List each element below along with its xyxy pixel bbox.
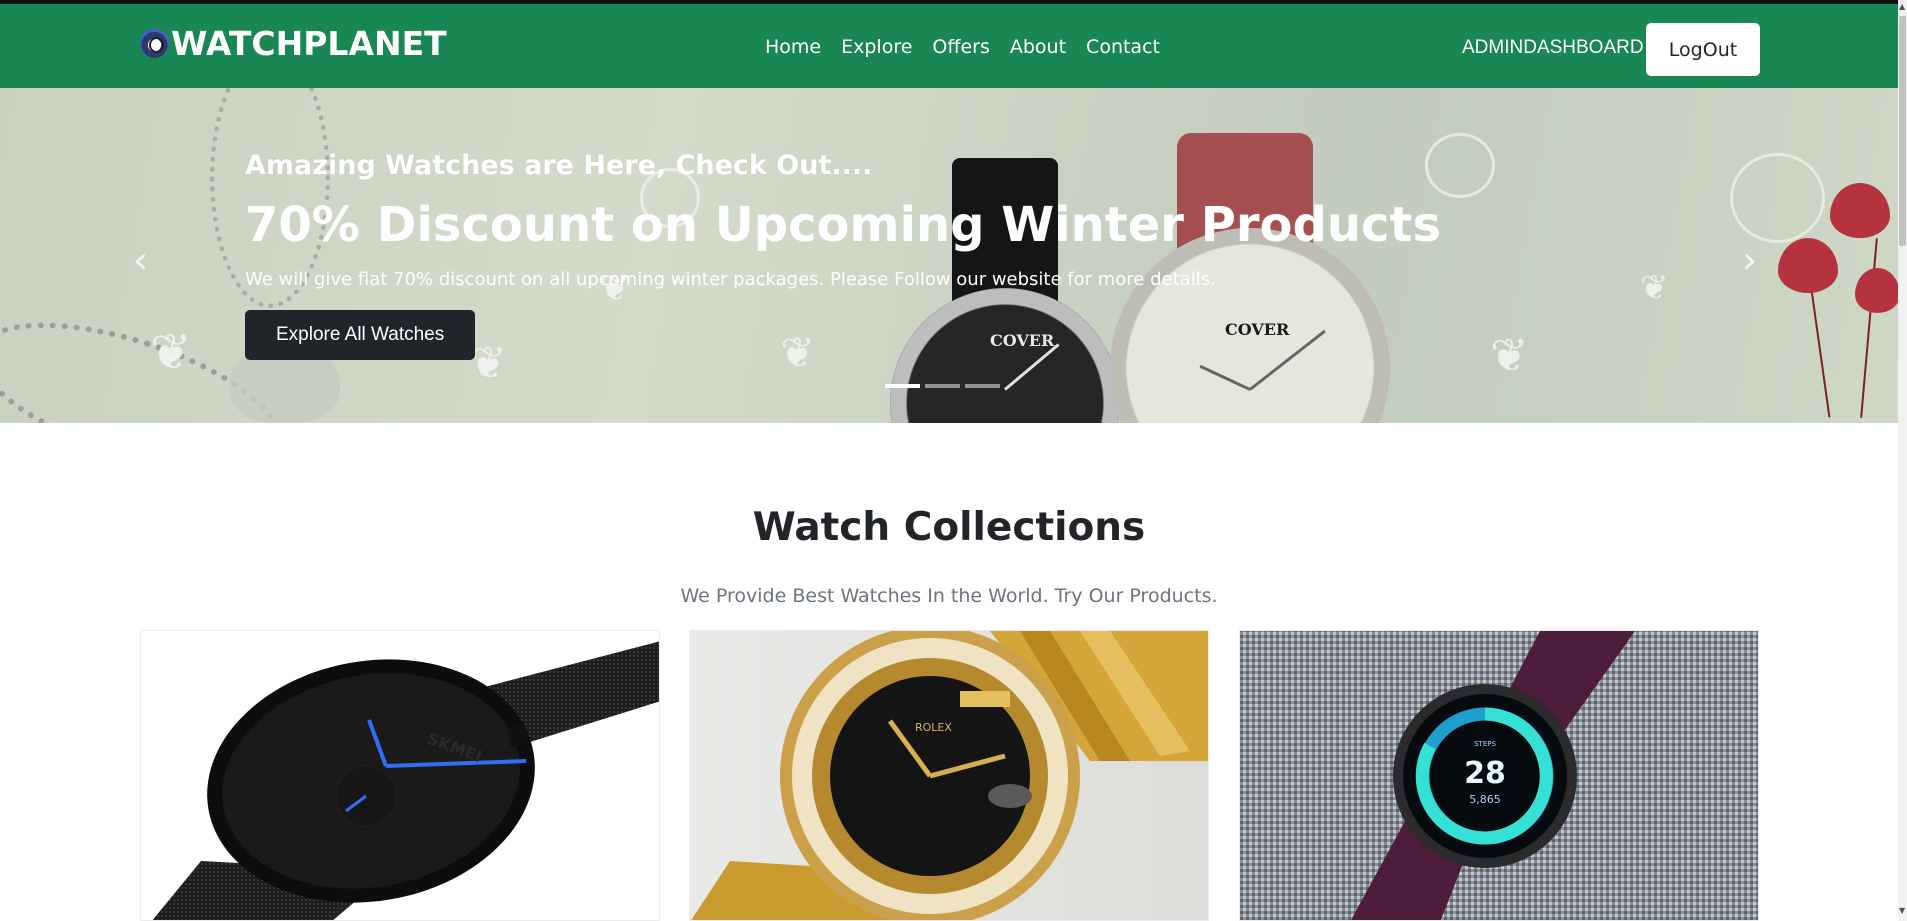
carousel-indicators — [885, 384, 1000, 388]
collections-subtitle: We Provide Best Watches In the World. Tr… — [680, 585, 1218, 607]
watch-brand-logo: ROLEX — [915, 721, 952, 734]
product-card[interactable]: 28 5,865 STEPS — [1239, 630, 1759, 921]
steps-secondary-value: 5,865 — [1469, 793, 1501, 806]
logout-button[interactable]: LogOut — [1646, 23, 1760, 76]
steps-label: STEPS — [1474, 740, 1496, 748]
heart-balloon-icon — [1778, 238, 1838, 293]
heart-balloon-icon — [1855, 268, 1898, 313]
nav-link-explore[interactable]: Explore — [831, 36, 922, 59]
balloon-string — [1860, 238, 1878, 418]
explore-all-watches-button[interactable]: Explore All Watches — [245, 310, 476, 360]
brand-name: WATCHPLANET — [171, 24, 447, 63]
hero-title: 70% Discount on Upcoming Winter Products — [245, 197, 1442, 253]
hero-carousel: ❦ ❦ ❦ ❦ ❦ ❦ ❦ COVER COVER A — [0, 88, 1898, 423]
scroll-up-icon[interactable]: ▲ — [1899, 2, 1905, 11]
brand-logo-icon — [140, 29, 169, 58]
steps-count: 28 — [1464, 756, 1506, 791]
nav-link-about[interactable]: About — [1000, 36, 1076, 59]
hero-caption: Amazing Watches are Here, Check Out.... … — [245, 150, 1441, 360]
page-scrollbar[interactable]: ▲ ▼ — [1898, 0, 1907, 921]
nav-link-home[interactable]: Home — [755, 36, 831, 59]
scroll-down-icon[interactable]: ▼ — [1899, 906, 1905, 915]
carousel-next-icon[interactable]: › — [1742, 238, 1757, 282]
hero-subtitle: Amazing Watches are Here, Check Out.... — [245, 150, 873, 181]
product-card[interactable]: SKMEI — [140, 630, 660, 921]
heart-outline-decoration — [1730, 153, 1825, 243]
butterfly-icon: ❦ — [1490, 328, 1529, 382]
heart-balloon-icon — [1830, 183, 1890, 238]
nav-link-offers[interactable]: Offers — [922, 36, 999, 59]
nav-links: Home Explore Offers About Contact — [755, 36, 1170, 59]
page: WATCHPLANET Home Explore Offers About Co… — [0, 0, 1907, 921]
brand-link[interactable]: WATCHPLANET — [140, 27, 447, 60]
navbar: WATCHPLANET Home Explore Offers About Co… — [0, 4, 1898, 88]
carousel-indicator[interactable] — [965, 384, 1000, 388]
scroll-thumb[interactable] — [1899, 16, 1906, 246]
product-card[interactable]: ROLEX — [689, 630, 1209, 921]
carousel-indicator[interactable] — [925, 384, 960, 388]
gold-diamond-watch-image: ROLEX — [691, 631, 1208, 920]
carousel-indicator[interactable] — [885, 384, 920, 388]
smartwatch-image: 28 5,865 STEPS — [1351, 631, 1635, 920]
hero-description: We will give flat 70% discount on all up… — [245, 269, 1216, 290]
butterfly-icon: ❦ — [1640, 268, 1669, 308]
carousel-prev-icon[interactable]: ‹ — [133, 238, 148, 282]
nav-link-contact[interactable]: Contact — [1076, 36, 1170, 59]
admin-dashboard-link[interactable]: ADMINDASHBOARD — [1462, 37, 1644, 59]
black-mesh-watch-image: SKMEI — [152, 641, 659, 920]
collections-title: Watch Collections — [752, 505, 1146, 550]
butterfly-icon: ❦ — [150, 323, 192, 381]
